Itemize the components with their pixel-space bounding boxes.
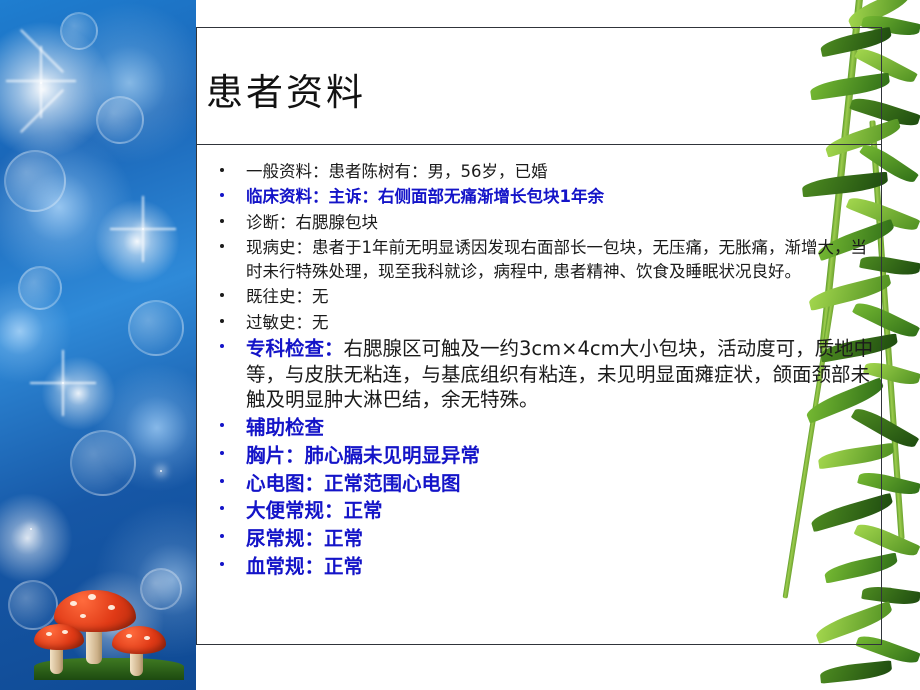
list-item-text: 大便常规：正常 [246,499,383,523]
list-item-text: 既往史：无 [246,287,329,307]
bullet-dot-icon [220,343,224,348]
list-item: 诊断：右腮腺包块 [206,211,874,234]
list-item: 现病史：患者于1年前无明显诱因发现右面部长一包块，无压痛，无胀痛，渐增大，当时未… [206,236,874,283]
list-item-text: 临床资料：主诉：右侧面部无痛渐增长包块1年余 [246,185,874,208]
bullet-dot-icon [220,244,224,249]
bullet-dot-icon [220,478,224,483]
bullet-dot-icon [220,318,224,323]
list-item: 既往史：无 [206,285,874,308]
list-item-text: 现病史：患者于1年前无明显诱因发现右面部长一包块，无压痛，无胀痛，渐增大，当时未… [246,238,867,281]
list-item-text: 胸片：肺心膈未见明显异常 [246,443,481,467]
list-item: 辅助检查 [206,415,874,441]
bullet-dot-icon [220,534,224,539]
list-item-text: 尿常规：正常 [246,527,364,551]
page-title: 患者资料 [206,71,366,114]
list-item-text: 诊断：右腮腺包块 [246,212,378,232]
blue-bokeh-photo [0,0,196,690]
list-item-lead: 专科检查： [246,336,344,360]
list-item-text: 专科检查：右腮腺区可触及一约3cm×4cm大小包块，活动度可，质地中等，与皮肤无… [246,336,874,413]
list-item-body: 主诉：右侧面部无痛渐增长包块1年余 [328,187,604,207]
list-item: 心电图：正常范围心电图 [206,471,874,497]
red-mushrooms-icon [34,572,184,680]
bullet-dot-icon [220,168,224,172]
list-item-text: 过敏史：无 [246,312,329,332]
list-item: 临床资料：主诉：右侧面部无痛渐增长包块1年余 [206,185,874,208]
bullet-dot-icon [220,561,224,566]
bullet-dot-icon [220,450,224,455]
bullet-dot-icon [220,293,224,298]
list-item-text: 血常规：正常 [246,554,364,578]
bullet-dot-icon [220,218,224,223]
list-item-lead: 临床资料： [246,187,329,207]
list-item: 血常规：正常 [206,554,874,580]
list-item: 尿常规：正常 [206,526,874,552]
bullet-list: 一般资料：患者陈树有：男，56岁，已婚 临床资料：主诉：右侧面部无痛渐增长包块1… [206,160,874,582]
list-item: 专科检查：右腮腺区可触及一约3cm×4cm大小包块，活动度可，质地中等，与皮肤无… [206,336,874,413]
list-item: 胸片：肺心膈未见明显异常 [206,443,874,469]
list-item: 一般资料：患者陈树有：男，56岁，已婚 [206,160,874,183]
bullet-dot-icon [220,423,224,428]
list-item-text: 辅助检查 [246,416,325,440]
bullet-dot-icon [220,193,224,198]
slide-canvas: 患者资料 一般资料：患者陈树有：男，56岁，已婚 临床资料：主诉：右侧面部无痛渐… [0,0,920,690]
list-item: 过敏史：无 [206,311,874,334]
list-item-text: 心电图：正常范围心电图 [246,471,461,495]
list-item: 大便常规：正常 [206,498,874,524]
bullet-dot-icon [220,506,224,511]
list-item-text: 一般资料：患者陈树有：男，56岁，已婚 [246,162,548,181]
